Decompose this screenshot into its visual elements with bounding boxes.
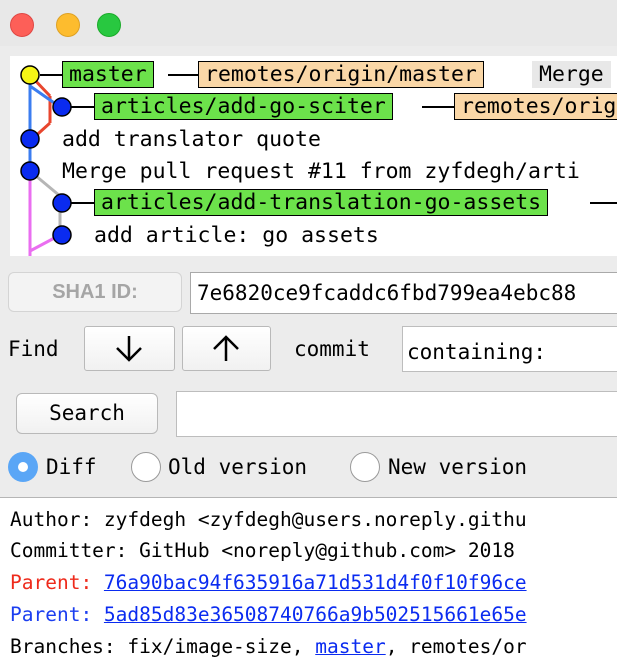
old-version-radio[interactable] <box>131 452 161 482</box>
commit-node <box>52 193 72 213</box>
sha1-id-button[interactable]: SHA1 ID: <box>8 272 182 312</box>
author-line: Author: zyfdegh <zyfdegh@users.noreply.g… <box>10 508 527 531</box>
remote-tag-origin[interactable]: remotes/orig <box>454 93 617 120</box>
branch-tag-add-translation-go-assets[interactable]: articles/add-translation-go-assets <box>94 189 549 216</box>
find-type-selector[interactable]: commit <box>294 334 370 364</box>
commit-node <box>52 225 72 245</box>
branch-tag-add-go-sciter[interactable]: articles/add-go-sciter <box>94 93 393 120</box>
commit-node <box>52 97 72 117</box>
commit-message[interactable]: add article: go assets <box>94 222 379 249</box>
remote-tag-origin-master[interactable]: remotes/origin/master <box>198 61 484 88</box>
branch-link-master[interactable]: master <box>315 635 385 658</box>
commit-node <box>20 129 40 149</box>
commit-details-pane[interactable]: Author: zyfdegh <zyfdegh@users.noreply.g… <box>0 497 617 666</box>
find-next-button[interactable] <box>84 326 175 371</box>
branch-tag-master[interactable]: master <box>62 61 154 88</box>
parent-line-1: Parent: 76a90bac94f635916a71d531d4f0f10f… <box>10 571 527 595</box>
new-version-radio[interactable] <box>350 452 380 482</box>
diff-radio[interactable] <box>8 452 38 482</box>
head-commit-node <box>20 65 40 85</box>
parent-hash-link[interactable]: 76a90bac94f635916a71d531d4f0f10f96ce <box>104 571 527 594</box>
branches-prefix: Branches: fix/image-size, <box>10 635 316 658</box>
sha1-id-field[interactable]: 7e6820ce9fcaddc6fbd799ea4ebc88 <box>190 272 617 314</box>
search-input[interactable] <box>176 391 617 437</box>
parent-line-2: Parent: 5ad85d83e36508740766a9b502515661… <box>10 603 527 627</box>
branches-suffix: , remotes/or <box>385 635 527 658</box>
find-previous-button[interactable] <box>182 326 271 371</box>
commit-message[interactable]: Merge <box>532 61 611 88</box>
search-button[interactable]: Search <box>16 393 158 434</box>
find-label: Find <box>8 337 59 361</box>
zoom-window-button[interactable] <box>97 13 121 37</box>
branches-line: Branches: fix/image-size, master, remote… <box>10 635 527 659</box>
commit-node <box>20 161 40 181</box>
commit-graph[interactable]: master remotes/origin/master Merge artic… <box>10 56 617 256</box>
parent-label: Parent: <box>10 603 104 626</box>
commit-message[interactable]: Merge pull request #11 from zyfdegh/arti <box>62 158 580 185</box>
parent-label: Parent: <box>10 571 104 594</box>
new-version-radio-label[interactable]: New version <box>388 453 527 481</box>
old-version-radio-label[interactable]: Old version <box>168 453 307 481</box>
minimize-window-button[interactable] <box>56 13 80 37</box>
title-bar <box>0 0 617 46</box>
diff-radio-label[interactable]: Diff <box>46 453 97 481</box>
arrow-up-icon <box>213 335 239 361</box>
find-mode-selector[interactable]: containing: <box>402 326 617 372</box>
arrow-down-icon <box>116 336 142 362</box>
commit-message[interactable]: add translator quote <box>62 126 321 153</box>
parent-hash-link[interactable]: 5ad85d83e36508740766a9b502515661e65e <box>104 603 527 626</box>
close-window-button[interactable] <box>10 13 34 37</box>
committer-line: Committer: GitHub <noreply@github.com> 2… <box>10 539 515 562</box>
